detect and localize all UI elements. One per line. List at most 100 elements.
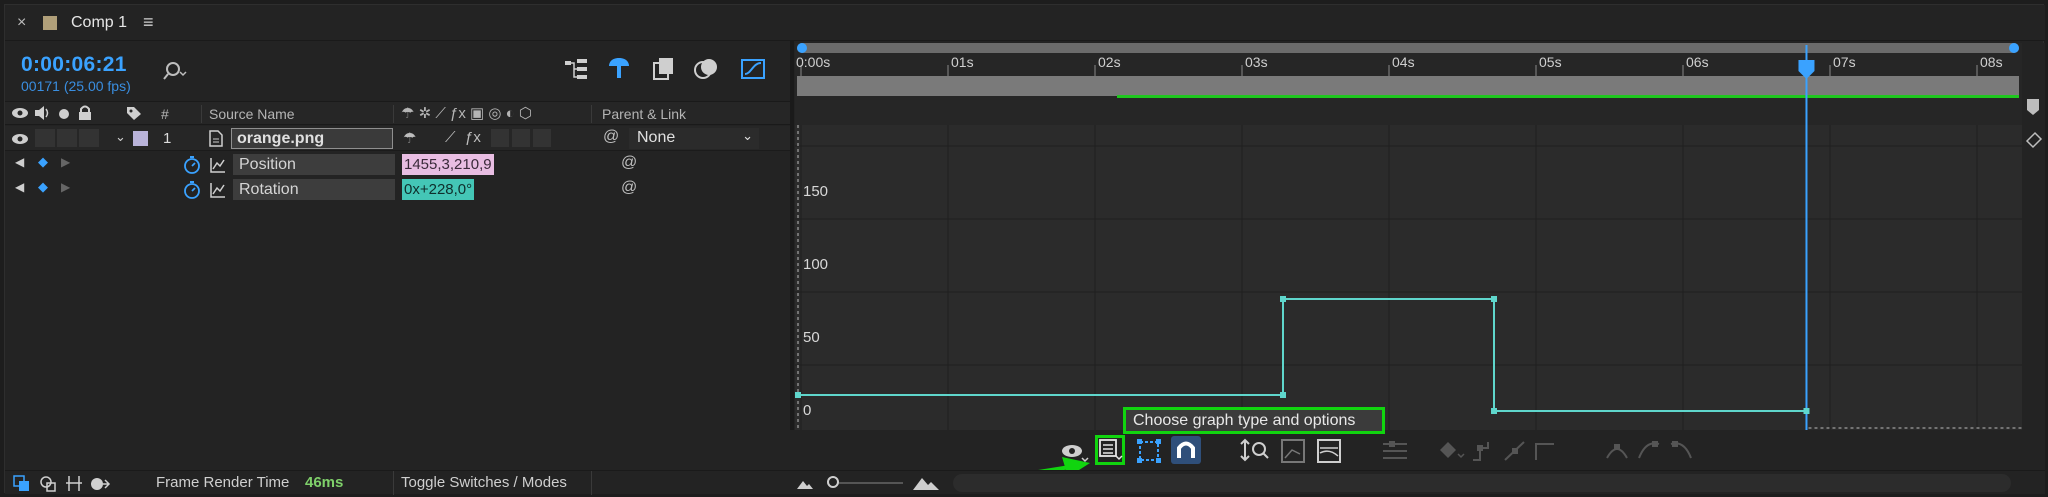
- lock-icon[interactable]: [77, 105, 93, 121]
- in-out-pane-icon[interactable]: [65, 475, 83, 492]
- panel-titlebar: × Comp 1 ≡: [5, 5, 2045, 41]
- next-keyframe-icon[interactable]: ▶: [61, 155, 70, 169]
- expand-chevron-icon[interactable]: ⌄: [115, 129, 126, 145]
- add-keyframe-icon[interactable]: ◆: [38, 179, 48, 195]
- video-eye-icon[interactable]: [11, 105, 29, 121]
- transform-box-icon[interactable]: [1136, 438, 1162, 464]
- graph-editor-area[interactable]: 150 100 50 0: [795, 125, 2022, 430]
- frame-blending-icon[interactable]: [651, 55, 677, 83]
- column-source-name[interactable]: Source Name: [209, 106, 295, 122]
- property-name: Position: [233, 154, 395, 175]
- comp-tab-title[interactable]: Comp 1: [71, 14, 127, 32]
- layer-visibility-eye-icon[interactable]: [11, 131, 29, 147]
- layer-number: 1: [163, 130, 172, 147]
- audio-speaker-icon[interactable]: [33, 105, 51, 121]
- solo-dot-icon[interactable]: [57, 107, 71, 121]
- snap-magnet-icon[interactable]: [1171, 436, 1201, 464]
- time-ruler[interactable]: 0:00s 01s 02s 03s 04s 05s 06s 07s 08s: [795, 43, 2022, 125]
- layer-list-empty-area: [5, 202, 790, 470]
- work-area-bar: [797, 43, 2019, 53]
- adjustment-switch[interactable]: [512, 129, 530, 147]
- prev-keyframe-icon[interactable]: ◀: [15, 180, 24, 194]
- keyframe-point: [1491, 296, 1497, 302]
- keyframe-point: [795, 392, 801, 398]
- expression-pickwhip-icon[interactable]: @: [621, 154, 637, 172]
- column-parent-link[interactable]: Parent & Link: [602, 106, 686, 122]
- ruler-tick-label: 07s: [1833, 54, 1856, 70]
- render-time-pane-icon[interactable]: [89, 475, 111, 492]
- layer-label-color[interactable]: [133, 131, 148, 146]
- comp-button-icon[interactable]: [2024, 129, 2044, 149]
- solo-switch[interactable]: [57, 129, 77, 147]
- stopwatch-icon[interactable]: [183, 155, 201, 175]
- graph-type-options-icon[interactable]: [1098, 438, 1124, 462]
- auto-zoom-height-icon[interactable]: [1240, 438, 1270, 464]
- keyframe-point: [1280, 392, 1286, 398]
- ruler-tick-label: 08s: [1980, 54, 2003, 70]
- 3d-switch[interactable]: [533, 129, 551, 147]
- easy-ease-in-icon: [1638, 441, 1660, 459]
- draft-3d-icon[interactable]: [605, 55, 633, 83]
- convert-auto-bezier-icon: [1504, 441, 1525, 461]
- ruler-tick-label: 06s: [1686, 54, 1709, 70]
- pick-whip-icon[interactable]: @: [603, 128, 619, 146]
- property-row-rotation[interactable]: ◀ ◆ ▶ Rotation 0x+228,0° @: [5, 177, 790, 202]
- panel-splitter[interactable]: [790, 41, 794, 470]
- zoom-slider-thumb[interactable]: [827, 476, 839, 488]
- switches-icons[interactable]: ☂ ✲ ⟋ ƒx ▣ ◎ ◐ ⬡: [401, 104, 532, 122]
- timeline-horizontal-scrollbar[interactable]: [953, 474, 2011, 492]
- graph-y-label: 100: [803, 256, 828, 273]
- keyframe-point: [1803, 408, 1810, 414]
- ruler-tick-label: 05s: [1539, 54, 1562, 70]
- cached-frames-bar: [1117, 95, 2019, 98]
- panel-menu-icon[interactable]: ≡: [143, 12, 154, 33]
- comp-mini-flowchart-icon[interactable]: [563, 57, 591, 81]
- position-value[interactable]: 1455,3,210,9: [402, 154, 494, 175]
- chevron-down-icon: ⌄: [742, 128, 753, 143]
- work-area-strip: [797, 76, 2019, 96]
- prev-keyframe-icon[interactable]: ◀: [15, 155, 24, 169]
- add-keyframe-icon[interactable]: ◆: [38, 154, 48, 170]
- next-keyframe-icon[interactable]: ▶: [61, 180, 70, 194]
- close-tab-icon[interactable]: ×: [17, 14, 26, 32]
- layer-switches-pane-icon[interactable]: [13, 475, 31, 492]
- effects-switch-icon[interactable]: ƒx: [465, 129, 481, 146]
- ruler-tick-label: 02s: [1098, 54, 1121, 70]
- keyframe-point: [1491, 408, 1497, 414]
- status-divider: [591, 471, 592, 495]
- fit-selection-icon[interactable]: [1280, 438, 1306, 464]
- audio-switch[interactable]: [35, 129, 55, 147]
- timeline-panel: × Comp 1 ≡ 0:00:06:21 00171 (25.00 fps): [4, 4, 2045, 495]
- lock-switch[interactable]: [79, 129, 99, 147]
- layer-row[interactable]: ⌄ 1 orange.png ☂ ⟋ ƒx @ None ⌄: [5, 126, 790, 151]
- expression-pickwhip-icon[interactable]: @: [621, 179, 637, 197]
- motion-blur-icon[interactable]: [693, 55, 721, 83]
- frame-render-label: Frame Render Time: [156, 474, 290, 491]
- layer-name-field[interactable]: orange.png: [231, 128, 393, 149]
- transfer-controls-pane-icon[interactable]: [39, 475, 57, 492]
- toggle-switches-modes-button[interactable]: Toggle Switches / Modes: [401, 474, 567, 491]
- status-bar: Frame Render Time 46ms Toggle Switches /…: [5, 470, 2045, 495]
- current-timecode[interactable]: 0:00:06:21: [21, 53, 127, 77]
- frame-count-fps: 00171 (25.00 fps): [21, 78, 131, 94]
- value-curve: [795, 298, 1807, 412]
- zoom-in-mountain-icon[interactable]: [911, 474, 941, 492]
- label-tag-icon[interactable]: [125, 105, 143, 121]
- property-row-position[interactable]: ◀ ◆ ▶ Position 1455,3,210,9 @: [5, 152, 790, 177]
- rotation-value[interactable]: 0x+228,0°: [402, 179, 474, 200]
- marker-icon[interactable]: [2024, 97, 2044, 117]
- easy-ease-icon: [1606, 444, 1628, 459]
- stopwatch-icon[interactable]: [183, 180, 201, 200]
- status-divider: [393, 471, 394, 495]
- zoom-out-mountain-icon[interactable]: [795, 477, 815, 491]
- motion-blur-switch[interactable]: [491, 129, 509, 147]
- fit-all-icon[interactable]: [1316, 438, 1342, 464]
- graph-toggle-icon[interactable]: [209, 156, 227, 174]
- graph-editor-icon[interactable]: [739, 55, 767, 83]
- parent-dropdown[interactable]: None ⌄: [629, 128, 759, 149]
- quality-switch-icon[interactable]: ⟋: [445, 129, 456, 146]
- graph-toggle-icon[interactable]: [209, 181, 227, 199]
- work-area-start-handle: [797, 43, 807, 53]
- column-divider: [591, 105, 592, 123]
- layer-switches[interactable]: ☂: [403, 129, 416, 147]
